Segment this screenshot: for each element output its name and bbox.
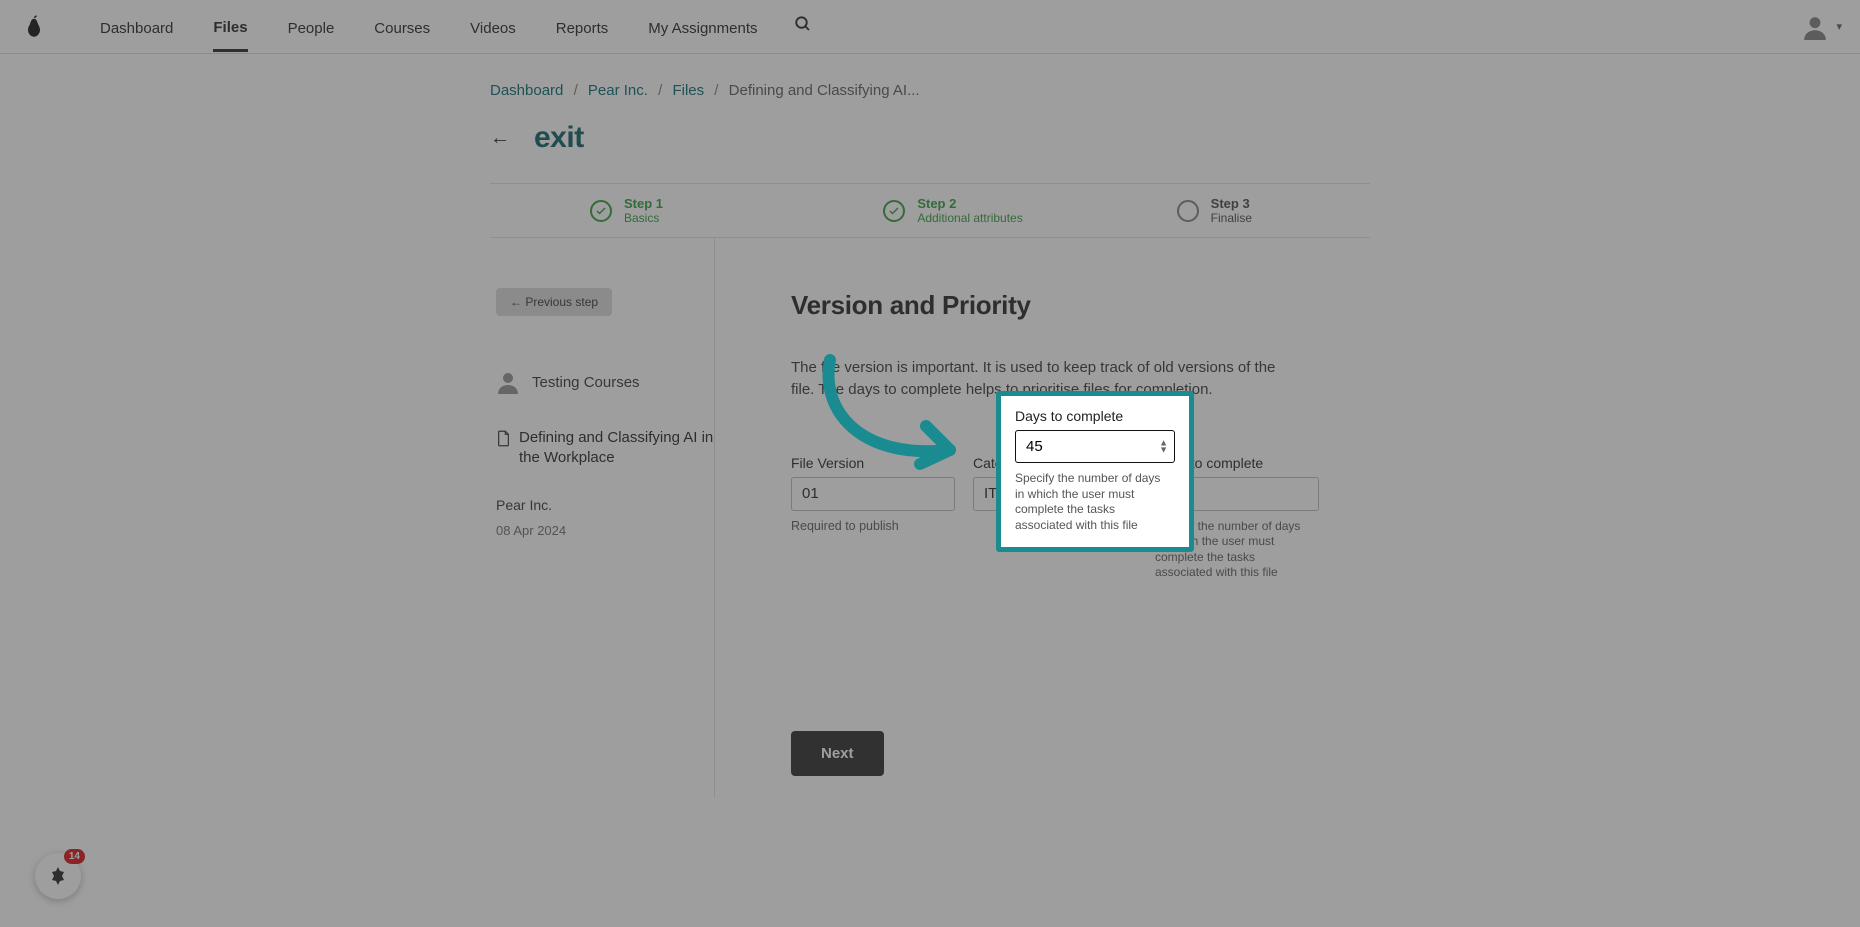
file-version-label: File Version <box>791 455 955 471</box>
left-sidebar: ← Previous step Testing Courses Defining… <box>490 238 715 798</box>
step-num: Step 2 <box>917 196 1022 211</box>
check-circle-icon <box>590 200 612 222</box>
step-3[interactable]: Step 3 Finalise <box>1077 184 1370 237</box>
breadcrumb: Dashboard / Pear Inc. / Files / Defining… <box>490 82 1370 99</box>
next-button[interactable]: Next <box>791 731 884 776</box>
sidebar-org: Pear Inc. <box>496 497 714 513</box>
file-version-field: File Version Required to publish <box>791 455 955 581</box>
days-label: Days to complete <box>1015 408 1175 424</box>
step-2[interactable]: Step 2 Additional attributes <box>783 184 1076 237</box>
sidebar-file: Defining and Classifying AI in the Workp… <box>496 428 714 469</box>
sidebar-user-name: Testing Courses <box>532 374 640 391</box>
days-hint: Specify the number of days in which the … <box>1015 471 1167 533</box>
file-version-hint: Required to publish <box>791 519 955 533</box>
step-num: Step 3 <box>1211 196 1252 211</box>
top-nav: Dashboard Files People Courses Videos Re… <box>0 0 1860 54</box>
nav-reports[interactable]: Reports <box>556 3 609 50</box>
previous-step-button[interactable]: ← Previous step <box>496 288 612 316</box>
exit-row: ← exit <box>490 121 1370 165</box>
step-num: Step 1 <box>624 196 663 211</box>
step-1[interactable]: Step 1 Basics <box>490 184 783 237</box>
file-version-input[interactable] <box>791 477 955 511</box>
sidebar-file-title: Defining and Classifying AI in the Workp… <box>519 428 714 469</box>
crumb-files[interactable]: Files <box>672 82 704 99</box>
step-label: Basics <box>624 211 663 225</box>
pear-logo-icon <box>25 15 43 39</box>
section-heading: Version and Priority <box>791 290 1370 321</box>
chevron-down-icon: ▾ <box>1836 20 1842 33</box>
user-menu[interactable]: ▾ <box>1802 14 1842 40</box>
check-circle-icon <box>883 200 905 222</box>
step-label: Additional attributes <box>917 211 1022 225</box>
stepper: Step 1 Basics Step 2 Additional attribut… <box>490 183 1370 238</box>
main-two-column: ← Previous step Testing Courses Defining… <box>490 238 1370 798</box>
circle-icon <box>1177 200 1199 222</box>
nav-dashboard[interactable]: Dashboard <box>100 3 173 50</box>
sidebar-date: 08 Apr 2024 <box>496 523 714 538</box>
widget-badge: 14 <box>64 849 85 864</box>
help-widget[interactable]: 14 <box>35 853 81 899</box>
step-label: Finalise <box>1211 211 1252 225</box>
nav-files[interactable]: Files <box>213 2 247 52</box>
avatar-icon <box>1802 14 1828 40</box>
search-icon[interactable] <box>794 15 812 38</box>
app-logo[interactable] <box>18 15 50 39</box>
nav-people[interactable]: People <box>288 3 335 50</box>
crumb-dashboard[interactable]: Dashboard <box>490 82 563 99</box>
days-to-complete-input[interactable] <box>1015 430 1175 463</box>
days-highlight-box: Days to complete ▲▼ Specify the number o… <box>996 391 1194 552</box>
crumb-current: Defining and Classifying AI... <box>729 82 920 99</box>
document-icon <box>496 430 511 447</box>
page-title: exit <box>534 121 584 155</box>
nav-links: Dashboard Files People Courses Videos Re… <box>100 2 758 52</box>
app-root: Dashboard Files People Courses Videos Re… <box>0 0 1860 927</box>
user-icon <box>496 370 520 394</box>
sidebar-user: Testing Courses <box>496 370 714 394</box>
nav-courses[interactable]: Courses <box>374 3 430 50</box>
nav-my-assignments[interactable]: My Assignments <box>648 3 757 50</box>
crumb-org[interactable]: Pear Inc. <box>588 82 648 99</box>
back-arrow-icon[interactable]: ← <box>490 127 510 150</box>
widget-icon <box>46 864 70 888</box>
page-content: Dashboard / Pear Inc. / Files / Defining… <box>490 54 1370 798</box>
nav-videos[interactable]: Videos <box>470 3 516 50</box>
